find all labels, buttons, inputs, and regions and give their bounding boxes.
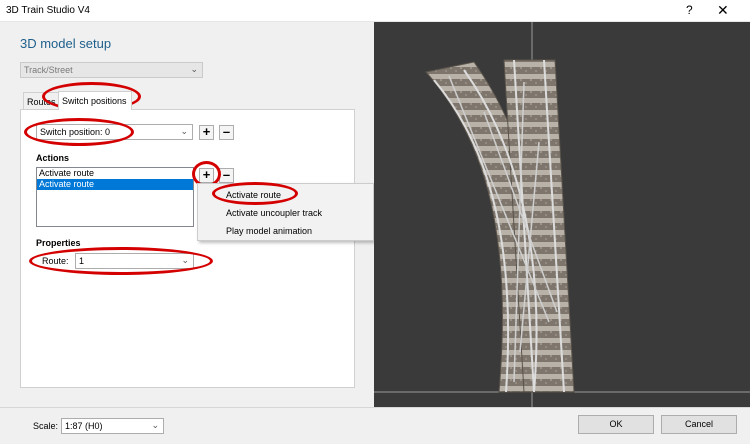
chevron-down-icon: ⌄: [151, 420, 159, 430]
scale-select-value: 1:87 (H0): [65, 421, 103, 431]
switch-position-select[interactable]: Switch position: 0 ⌄: [36, 124, 193, 140]
category-select: Track/Street ⌄: [20, 62, 203, 78]
tab-switch-positions-label: Switch positions: [62, 96, 127, 106]
route-select-value: 1: [79, 256, 85, 266]
track-model-render: [374, 22, 750, 407]
list-item[interactable]: Activate route: [37, 168, 193, 179]
remove-action-button[interactable]: –: [219, 168, 234, 183]
properties-label: Properties: [36, 238, 81, 248]
actions-label: Actions: [36, 153, 70, 163]
menu-item-play-model-animation[interactable]: Play model animation: [226, 226, 312, 236]
tab-switch-positions[interactable]: Switch positions: [58, 91, 132, 110]
window-title: 3D Train Studio V4: [6, 5, 90, 16]
actions-list[interactable]: Activate route Activate route: [36, 167, 194, 227]
cancel-button[interactable]: Cancel: [661, 415, 737, 434]
route-label: Route:: [42, 256, 69, 266]
chevron-down-icon: ⌄: [190, 64, 198, 74]
switch-positions-panel: [20, 109, 355, 388]
menu-item-activate-uncoupler-track[interactable]: Activate uncoupler track: [226, 208, 322, 218]
double-slip-switch-track: [425, 59, 575, 393]
add-action-menu: Activate route Activate uncoupler track …: [197, 183, 374, 241]
remove-switch-position-button[interactable]: –: [219, 125, 234, 140]
title-bar: 3D Train Studio V4 ? ✕: [0, 0, 750, 22]
chevron-down-icon: ⌄: [181, 255, 189, 265]
scale-select[interactable]: 1:87 (H0) ⌄: [61, 418, 164, 434]
route-select[interactable]: 1 ⌄: [75, 253, 194, 269]
help-icon[interactable]: ?: [686, 3, 693, 17]
ok-button[interactable]: OK: [578, 415, 654, 434]
switch-position-value: Switch position: 0: [40, 127, 111, 137]
close-icon[interactable]: ✕: [717, 2, 729, 19]
page-title: 3D model setup: [20, 36, 112, 51]
chevron-down-icon: ⌄: [180, 126, 188, 136]
scale-label: Scale:: [33, 421, 59, 431]
add-action-button[interactable]: +: [199, 168, 214, 183]
list-item[interactable]: Activate route: [37, 179, 193, 190]
model-preview-viewport[interactable]: [374, 22, 750, 407]
tab-routes-label: Routes: [27, 97, 56, 107]
category-select-value: Track/Street: [24, 65, 73, 75]
add-switch-position-button[interactable]: +: [199, 125, 214, 140]
menu-item-activate-route[interactable]: Activate route: [226, 190, 281, 200]
tab-routes[interactable]: Routes: [23, 92, 59, 110]
